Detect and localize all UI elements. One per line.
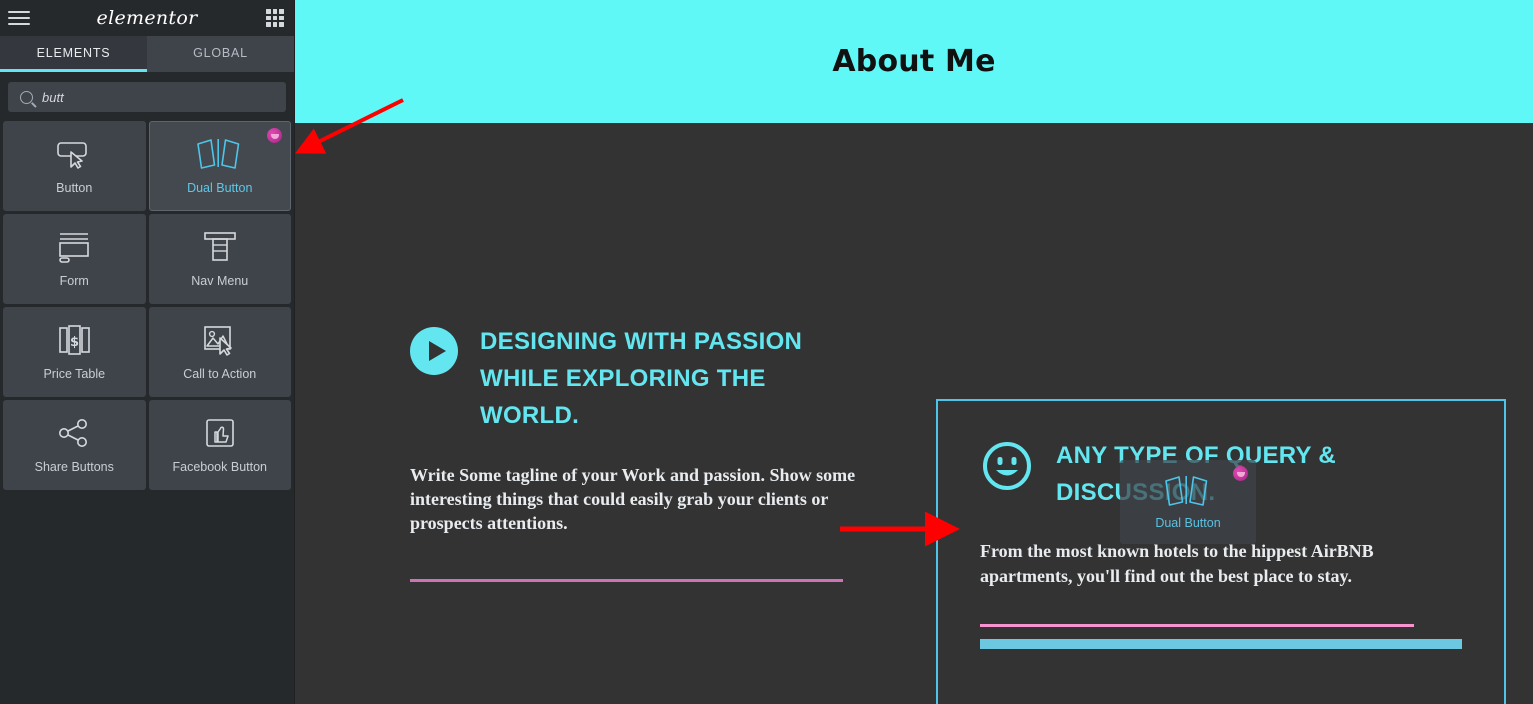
nav-menu-icon bbox=[203, 230, 237, 264]
elementor-logo: elementor bbox=[96, 7, 198, 29]
left-feature-column[interactable]: DESIGNING WITH PASSION WHILE EXPLORING T… bbox=[410, 323, 860, 583]
right-feature-column[interactable]: ANY TYPE OF QUERY & DISCUSSION. From the… bbox=[936, 399, 1506, 704]
left-divider-pink bbox=[410, 579, 843, 583]
smiley-face-icon bbox=[980, 439, 1034, 498]
app-root: elementor ELEMENTS GLOBAL butt Button Du… bbox=[0, 0, 1533, 704]
page-title: About Me bbox=[832, 44, 996, 79]
widget-card-facebook-button[interactable]: Facebook Button bbox=[148, 400, 291, 490]
widget-label: Price Table bbox=[43, 367, 106, 381]
widget-card-price-table[interactable]: $ Price Table bbox=[3, 307, 146, 397]
svg-text:$: $ bbox=[70, 335, 79, 350]
call-to-action-icon bbox=[202, 323, 238, 357]
left-feature-title: DESIGNING WITH PASSION WHILE EXPLORING T… bbox=[480, 328, 803, 430]
search-box[interactable] bbox=[8, 82, 286, 112]
tab-elements[interactable]: ELEMENTS bbox=[0, 36, 147, 72]
widget-card-form[interactable]: Form bbox=[3, 214, 146, 304]
pro-badge-icon bbox=[267, 128, 282, 143]
dual-button-icon bbox=[195, 137, 245, 171]
form-icon bbox=[56, 230, 92, 264]
widget-label: Call to Action bbox=[183, 367, 257, 381]
widget-card-nav-menu[interactable]: Nav Menu bbox=[148, 214, 291, 304]
panel-tabs: ELEMENTS GLOBAL bbox=[0, 36, 294, 72]
facebook-button-icon bbox=[204, 416, 236, 450]
search-input[interactable] bbox=[42, 89, 242, 105]
right-divider-blue-dropzone bbox=[980, 638, 1462, 649]
right-feature-body: From the most known hotels to the hippes… bbox=[980, 541, 1374, 586]
share-buttons-icon bbox=[57, 416, 91, 450]
search-section bbox=[0, 72, 294, 121]
right-feature-title: ANY TYPE OF QUERY & DISCUSSION. bbox=[1056, 442, 1336, 507]
right-feature-header: ANY TYPE OF QUERY & DISCUSSION. bbox=[980, 437, 1460, 511]
widget-card-share-buttons[interactable]: Share Buttons bbox=[3, 400, 146, 490]
left-feature-header: DESIGNING WITH PASSION WHILE EXPLORING T… bbox=[410, 323, 860, 435]
widget-label: Share Buttons bbox=[34, 460, 114, 474]
widget-label: Nav Menu bbox=[191, 274, 249, 288]
widget-card-call-to-action[interactable]: Call to Action bbox=[148, 307, 291, 397]
widget-label: Button bbox=[56, 181, 93, 195]
widget-card-dual-button[interactable]: Dual Button bbox=[148, 121, 291, 211]
widget-label: Dual Button bbox=[187, 181, 253, 195]
right-divider-pink bbox=[980, 623, 1414, 627]
left-feature-body: Write Some tagline of your Work and pass… bbox=[410, 464, 856, 534]
hero-section[interactable]: About Me bbox=[295, 0, 1533, 123]
tab-global[interactable]: GLOBAL bbox=[147, 36, 294, 72]
play-circle-icon bbox=[410, 327, 458, 380]
panel-header: elementor bbox=[0, 0, 294, 36]
widget-label: Facebook Button bbox=[172, 460, 267, 474]
widget-card-button[interactable]: Button bbox=[3, 121, 146, 211]
preview-canvas: About Me DESIGNING WITH PASSION WHILE EX… bbox=[295, 0, 1533, 704]
elementor-widget-panel: elementor ELEMENTS GLOBAL butt Button Du… bbox=[0, 0, 295, 704]
button-icon bbox=[56, 137, 92, 171]
search-icon bbox=[20, 90, 33, 104]
widget-label: Form bbox=[59, 274, 89, 288]
grid-apps-icon[interactable] bbox=[266, 9, 284, 27]
price-table-icon: $ bbox=[57, 323, 91, 357]
hamburger-icon[interactable] bbox=[8, 8, 30, 28]
widget-grid: Button Dual Button Form Nav Menu $ Price… bbox=[0, 121, 294, 490]
